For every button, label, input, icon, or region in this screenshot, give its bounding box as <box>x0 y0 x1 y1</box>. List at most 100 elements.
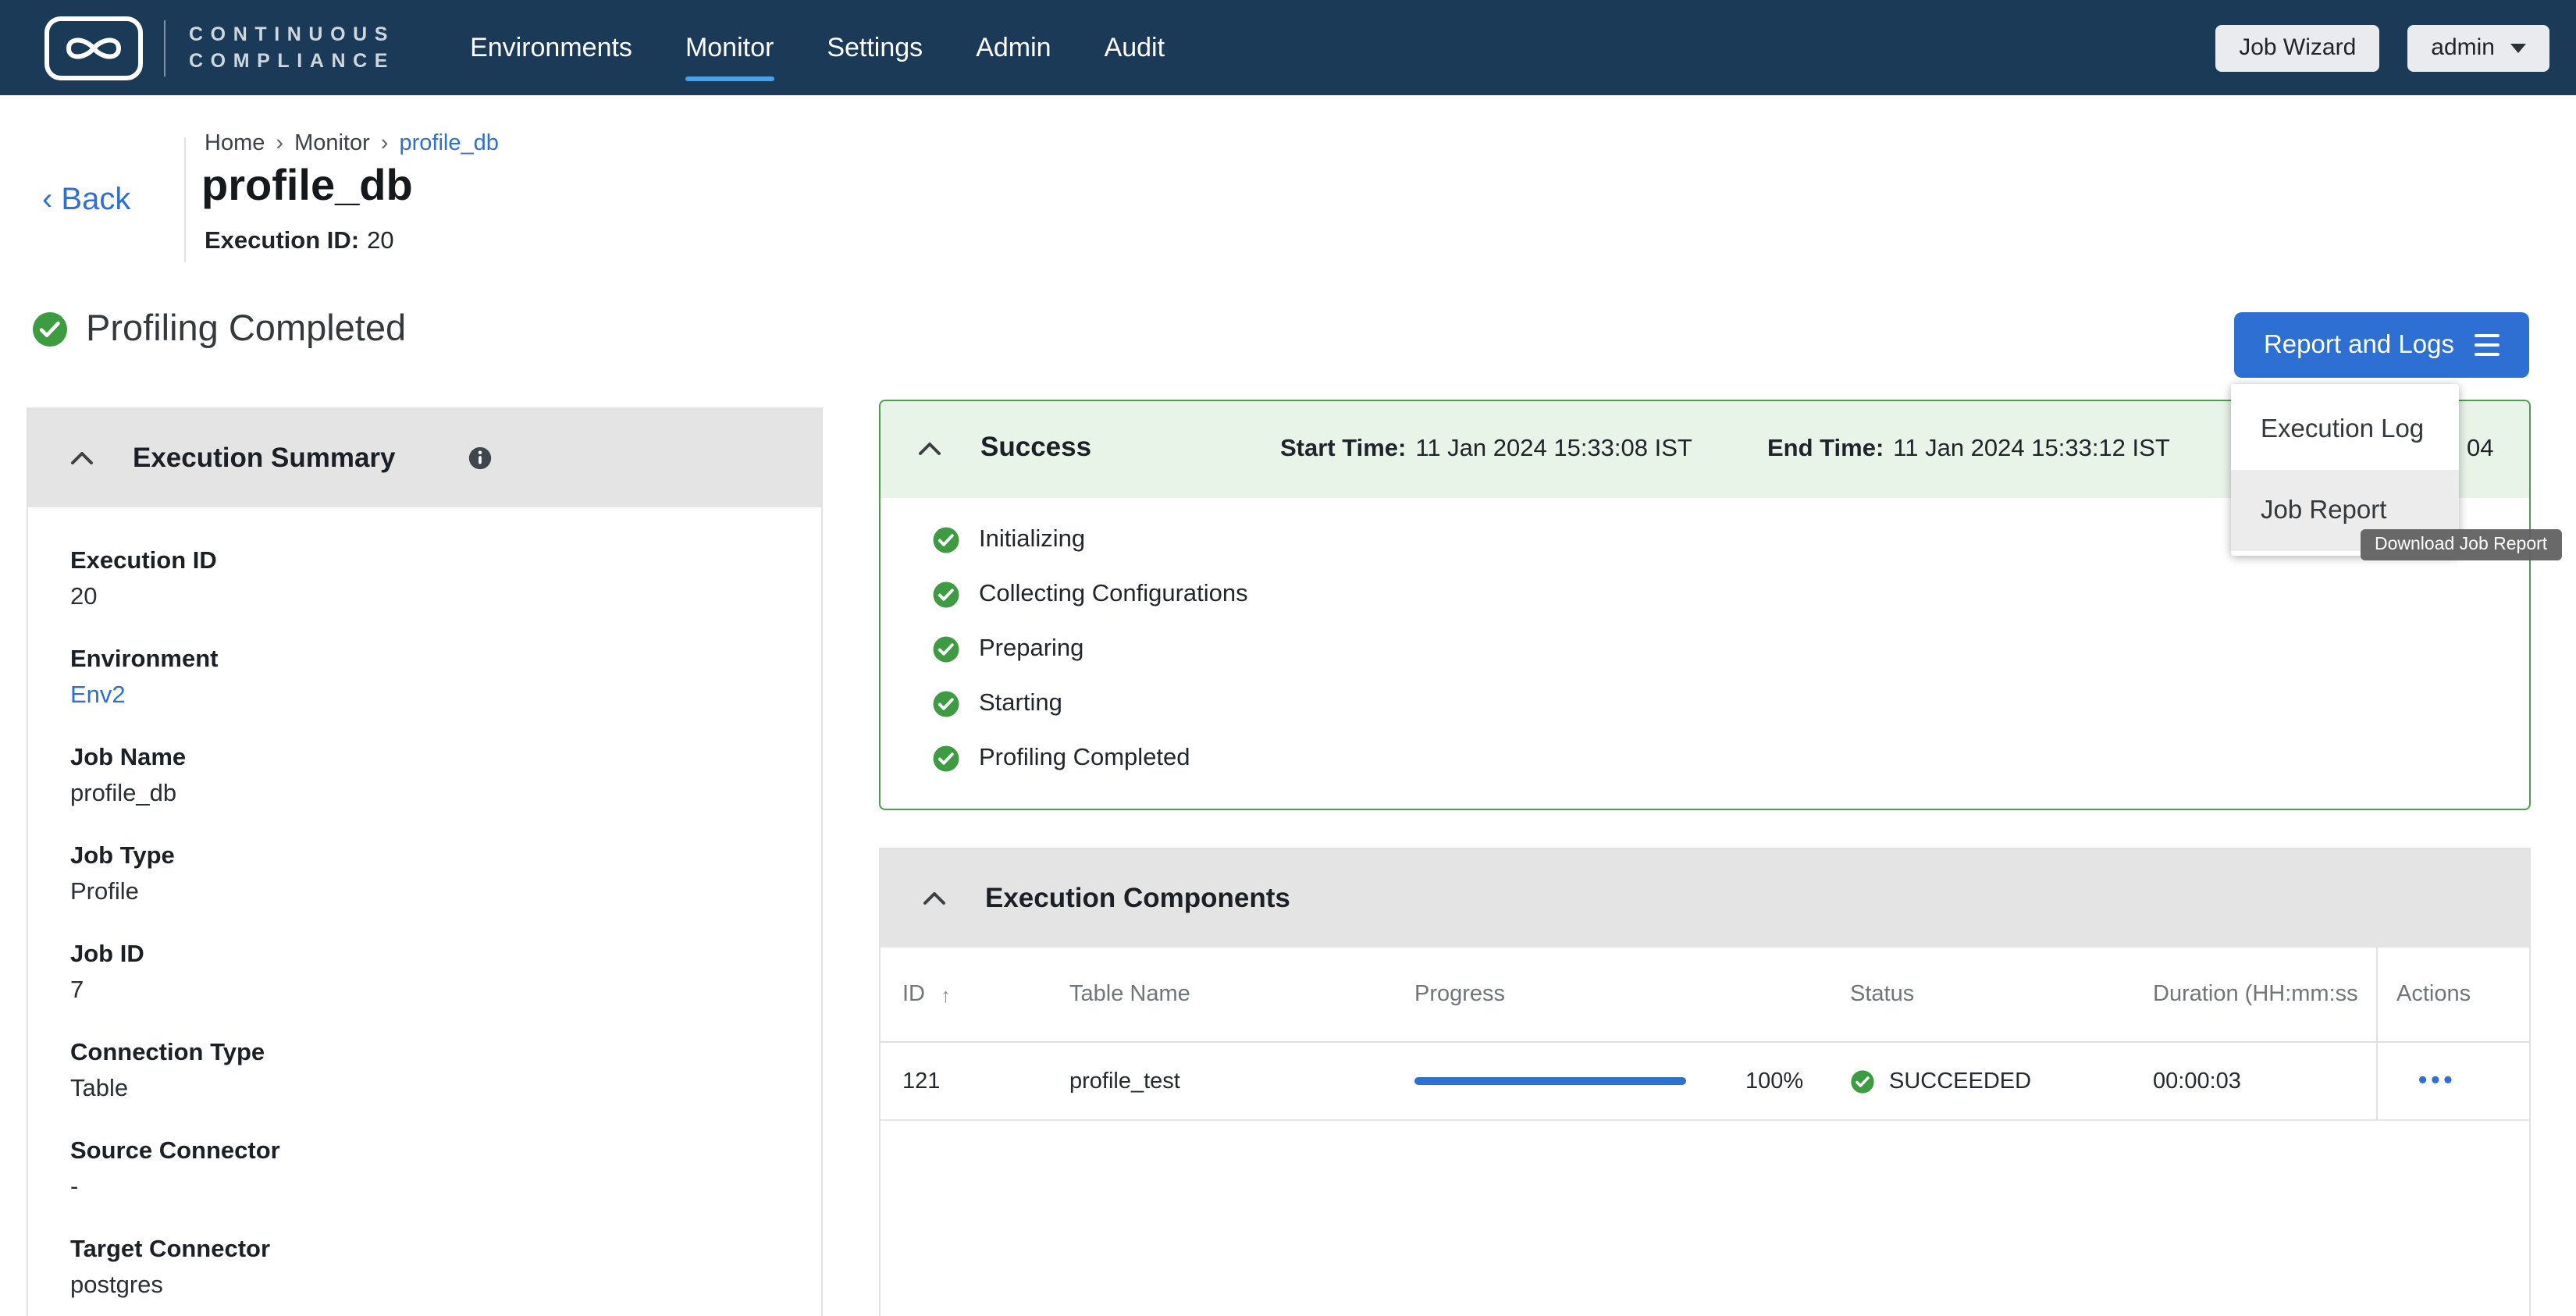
field-label: Job Type <box>70 840 821 873</box>
status-text: SUCCEEDED <box>1889 1069 2031 1094</box>
nav-audit[interactable]: Audit <box>1105 23 1165 73</box>
table-row: 121 profile_test 100% SUCCEEDED 00:00:03… <box>881 1043 2529 1121</box>
cell-duration: 00:00:03 <box>2153 1069 2376 1094</box>
start-time-label: Start Time: <box>1280 436 1406 462</box>
step-row: Starting <box>932 676 2529 731</box>
breadcrumb: Home › Monitor › profile_db <box>205 131 499 156</box>
admin-menu-button[interactable]: admin <box>2407 24 2549 71</box>
step-check-icon <box>932 525 960 553</box>
execution-id-line: Execution ID:20 <box>205 228 394 256</box>
cell-progress: 100% <box>1414 1069 1850 1094</box>
column-id[interactable]: ID ↑ <box>902 982 1069 1007</box>
column-actions: Actions <box>2376 948 2529 1041</box>
summary-field: Target Connector postgres <box>70 1233 821 1302</box>
column-progress[interactable]: Progress <box>1414 982 1850 1007</box>
field-label: Source Connector <box>70 1135 821 1168</box>
sort-ascending-icon[interactable]: ↑ <box>941 983 951 1006</box>
step-row: Collecting Configurations <box>932 567 2529 621</box>
step-label: Preparing <box>979 635 1083 663</box>
field-label: Connection Type <box>70 1037 821 1069</box>
more-actions-icon[interactable]: ••• <box>2396 1067 2457 1095</box>
components-table-header: ID ↑ Table Name Progress Status Duration… <box>881 948 2529 1043</box>
breadcrumb-separator: › <box>381 131 389 156</box>
job-report-tooltip: Download Job Report <box>2361 529 2561 560</box>
field-value: 7 <box>70 974 821 1007</box>
execution-components-title: Execution Components <box>985 882 1290 915</box>
column-id-label: ID <box>902 982 925 1007</box>
column-duration[interactable]: Duration (HH:mm:ss <box>2153 982 2376 1007</box>
cell-table-name: profile_test <box>1069 1069 1414 1094</box>
step-check-icon <box>932 689 960 717</box>
step-label: Starting <box>979 689 1062 717</box>
environment-link[interactable]: Env2 <box>70 679 821 712</box>
info-icon[interactable] <box>468 445 494 471</box>
success-check-icon <box>31 310 69 347</box>
step-label: Profiling Completed <box>979 744 1190 772</box>
status-banner-label: Profiling Completed <box>86 308 406 350</box>
execution-id-label: Execution ID: <box>205 228 359 254</box>
nav-environments[interactable]: Environments <box>470 23 632 73</box>
nav-monitor[interactable]: Monitor <box>685 23 774 73</box>
brand: CONTINUOUS COMPLIANCE <box>44 15 395 80</box>
summary-field: Connection Type Table <box>70 1037 821 1105</box>
summary-field: Environment Env2 <box>70 643 821 712</box>
summary-field: Execution ID 20 <box>70 545 821 614</box>
brand-line-1: CONTINUOUS <box>189 25 395 44</box>
collapse-chevron-icon[interactable] <box>918 442 941 456</box>
progress-percent: 100% <box>1745 1069 1803 1094</box>
app-root: CONTINUOUS COMPLIANCE Environments Monit… <box>0 0 2576 1316</box>
execution-summary-card: Execution Summary Execution ID 20 Enviro… <box>27 407 823 1316</box>
step-check-icon <box>932 580 960 608</box>
summary-field: Job Type Profile <box>70 840 821 909</box>
execution-summary-body: Execution ID 20 Environment Env2 Job Nam… <box>28 507 821 1302</box>
header-divider <box>184 137 186 262</box>
brand-divider <box>164 20 165 76</box>
end-time: End Time:11 Jan 2024 15:33:12 IST <box>1767 436 2170 464</box>
top-navbar: CONTINUOUS COMPLIANCE Environments Monit… <box>0 0 2576 95</box>
breadcrumb-current[interactable]: profile_db <box>399 131 498 156</box>
column-table-name[interactable]: Table Name <box>1069 982 1414 1007</box>
cell-actions: ••• <box>2376 1043 2529 1119</box>
start-time-value: 11 Jan 2024 15:33:08 IST <box>1415 436 1692 462</box>
execution-components-panel: Execution Components ID ↑ Table Name Pro… <box>879 848 2531 1316</box>
start-time: Start Time: 11 Jan 2024 15:33:08 IST <box>1280 436 1692 464</box>
breadcrumb-separator: › <box>276 131 283 156</box>
field-label: Execution ID <box>70 545 821 578</box>
end-time-label: End Time: <box>1767 436 1884 462</box>
report-and-logs-button[interactable]: Report and Logs <box>2234 312 2529 378</box>
back-link[interactable]: ‹ Back <box>42 183 130 219</box>
caret-down-icon <box>2510 43 2526 52</box>
field-value: 20 <box>70 581 821 614</box>
field-label: Job ID <box>70 938 821 971</box>
breadcrumb-home[interactable]: Home <box>205 131 265 156</box>
admin-menu-label: admin <box>2431 34 2495 61</box>
navbar-right: Job Wizard admin <box>2215 24 2549 71</box>
summary-field: Job ID 7 <box>70 938 821 1007</box>
nav-admin[interactable]: Admin <box>976 23 1051 73</box>
progress-bar <box>1414 1077 1686 1085</box>
field-value: Table <box>70 1072 821 1105</box>
breadcrumb-monitor[interactable]: Monitor <box>294 131 370 156</box>
column-status[interactable]: Status <box>1850 982 2153 1007</box>
brand-logo-icon <box>44 15 144 80</box>
succeeded-check-icon <box>1850 1069 1875 1094</box>
step-check-icon <box>932 635 960 663</box>
execution-summary-header: Execution Summary <box>28 409 821 507</box>
step-label: Initializing <box>979 525 1085 553</box>
collapse-chevron-icon[interactable] <box>70 451 94 465</box>
collapse-chevron-icon[interactable] <box>923 891 946 905</box>
status-banner: Profiling Completed <box>31 308 406 350</box>
success-title: Success <box>980 431 1091 464</box>
job-wizard-button[interactable]: Job Wizard <box>2215 24 2379 71</box>
step-label: Collecting Configurations <box>979 580 1248 608</box>
field-label: Job Name <box>70 742 821 774</box>
duration-truncated-value: 04 <box>2467 436 2494 464</box>
main-nav: Environments Monitor Settings Admin Audi… <box>470 23 1165 73</box>
step-check-icon <box>932 744 960 772</box>
field-label: Environment <box>70 643 821 676</box>
step-row: Profiling Completed <box>932 731 2529 785</box>
menu-item-execution-log[interactable]: Execution Log <box>2231 389 2459 470</box>
field-label: Target Connector <box>70 1233 821 1266</box>
nav-settings[interactable]: Settings <box>827 23 923 73</box>
field-value: postgres <box>70 1269 821 1302</box>
